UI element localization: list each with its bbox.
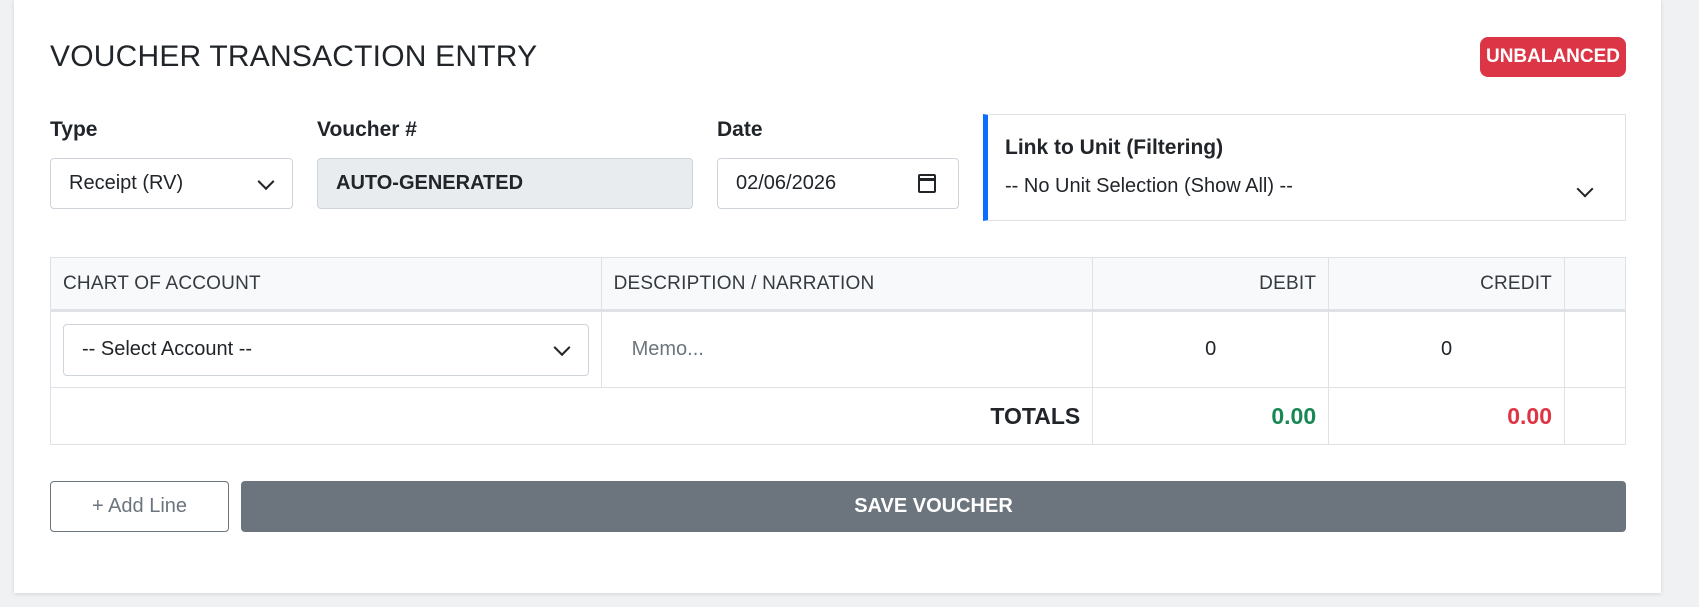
unit-filter-select[interactable]: Link to Unit (Filtering) -- No Unit Sele… bbox=[983, 114, 1626, 221]
voucher-label: Voucher # bbox=[317, 118, 417, 141]
date-label: Date bbox=[717, 118, 763, 141]
total-credit: 0.00 bbox=[1328, 387, 1565, 445]
memo-input[interactable]: Memo... bbox=[614, 338, 1081, 361]
unit-filter-label: Link to Unit (Filtering) bbox=[1005, 136, 1224, 159]
debit-input[interactable]: 0 bbox=[1092, 310, 1330, 388]
chevron-down-icon bbox=[1576, 180, 1594, 198]
calendar-icon[interactable] bbox=[918, 174, 936, 193]
voucher-number-value: AUTO-GENERATED bbox=[336, 172, 524, 194]
header-chart-of-account: CHART OF ACCOUNT bbox=[50, 257, 602, 312]
memo-cell[interactable]: Memo... bbox=[600, 310, 1094, 388]
row-actions-cell bbox=[1563, 310, 1627, 388]
header-description: DESCRIPTION / NARRATION bbox=[600, 257, 1094, 312]
unit-filter-value: -- No Unit Selection (Show All) -- bbox=[1005, 175, 1293, 197]
credit-input[interactable]: 0 bbox=[1328, 310, 1565, 388]
account-cell: -- Select Account -- bbox=[50, 310, 602, 388]
header-credit: CREDIT bbox=[1328, 257, 1565, 312]
status-badge: UNBALANCED bbox=[1480, 37, 1626, 77]
header-actions bbox=[1563, 257, 1627, 312]
totals-row: TOTALS 0.00 0.00 bbox=[49, 387, 1627, 445]
totals-label: TOTALS bbox=[49, 387, 1094, 445]
date-input[interactable]: 02/06/2026 bbox=[717, 158, 959, 209]
chevron-down-icon bbox=[257, 172, 275, 190]
chevron-down-icon bbox=[553, 338, 571, 356]
table-row: -- Select Account -- Memo... 0 0 bbox=[50, 310, 1627, 388]
type-select-value: Receipt (RV) bbox=[69, 172, 184, 194]
voucher-number-field: AUTO-GENERATED bbox=[317, 158, 693, 209]
type-select[interactable]: Receipt (RV) bbox=[50, 158, 293, 209]
header-debit: DEBIT bbox=[1092, 257, 1330, 312]
account-select-value: -- Select Account -- bbox=[82, 338, 253, 360]
voucher-lines-table: CHART OF ACCOUNT DESCRIPTION / NARRATION… bbox=[49, 257, 1627, 445]
add-line-button[interactable]: + Add Line bbox=[50, 481, 229, 532]
account-select[interactable]: -- Select Account -- bbox=[63, 323, 589, 376]
date-value: 02/06/2026 bbox=[736, 172, 837, 194]
type-label: Type bbox=[50, 118, 98, 141]
totals-actions-cell bbox=[1563, 387, 1627, 445]
save-voucher-button[interactable]: SAVE VOUCHER bbox=[241, 481, 1626, 532]
page-title: VOUCHER TRANSACTION ENTRY bbox=[50, 40, 538, 73]
total-debit: 0.00 bbox=[1092, 387, 1330, 445]
